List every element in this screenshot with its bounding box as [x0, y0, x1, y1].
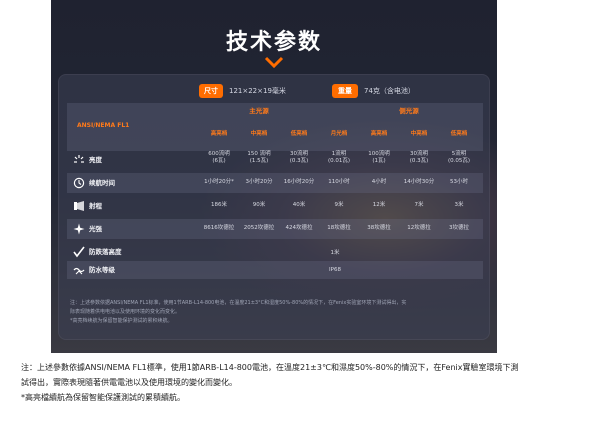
brightness-value: 150 流明 (1.5瓦) — [247, 151, 271, 164]
distance-value: 186米 — [211, 202, 227, 208]
footnote-line-2: 际表现随着供电电池以及使用环境的变化而变化。 — [70, 309, 181, 315]
main-light-label: 主光源 — [249, 107, 269, 115]
brightness-value: 30流明 (0.3瓦) — [409, 151, 429, 164]
caption-line-2: 試得出，實際表現隨著供電電池以及使用環境的變化而變化。 — [21, 378, 237, 387]
mode-label: 月光档 — [330, 131, 348, 137]
caption-line-3: *高亮檔續航為保留智能保護測試的累積續航。 — [21, 393, 185, 402]
intensity-value: 2052坎德拉 — [243, 225, 275, 231]
runtime-value: 110小时 — [328, 179, 350, 185]
mode-label: 低亮档 — [450, 131, 468, 137]
distance-value: 12米 — [372, 202, 386, 208]
footnote-line-3: *高亮档续航为保留智能保护测试的累积续航。 — [70, 318, 173, 324]
spec-image: 技术参数 尺寸 121×22×19毫米 重量 74克（含电池） ANSI/NEM… — [51, 0, 497, 353]
distance-label: 射程 — [89, 202, 102, 210]
water-icon — [73, 267, 85, 275]
intensity-value: 424坎德拉 — [285, 225, 313, 231]
distance-value: 3米 — [454, 202, 464, 208]
brightness-value: 100流明 (1瓦) — [368, 151, 390, 164]
intensity-value: 38坎德拉 — [367, 225, 391, 231]
runtime-value: 14小时30分 — [403, 179, 435, 185]
side-light-label: 侧光源 — [399, 107, 419, 115]
intensity-value: 8616坎德拉 — [203, 225, 235, 231]
intensity-icon — [73, 223, 85, 235]
distance-value: 40米 — [292, 202, 306, 208]
brightness-icon — [74, 155, 84, 163]
intensity-value: 3坎德拉 — [449, 225, 469, 231]
brightness-value: 1流明 (0.01瓦) — [327, 151, 351, 164]
runtime-value: 1小时20分* — [204, 179, 234, 185]
impact-label: 防跌落高度 — [89, 248, 122, 256]
intensity-label: 光强 — [89, 225, 102, 233]
brightness-label: 亮度 — [89, 156, 102, 164]
brightness-value: 30流明 (0.3瓦) — [289, 151, 309, 164]
standard-label: ANSI/NEMA FL1 — [77, 122, 130, 129]
chevron-down-icon — [264, 56, 284, 68]
runtime-value: 3小时20分 — [245, 179, 273, 185]
intensity-value: 12坎德拉 — [407, 225, 431, 231]
impact-icon — [73, 246, 85, 258]
water-value: IP68 — [329, 267, 341, 273]
size-pill: 尺寸 — [199, 84, 223, 98]
water-label: 防水等级 — [89, 266, 115, 274]
runtime-value: 16小时20分 — [283, 179, 315, 185]
mode-label: 低亮档 — [290, 131, 308, 137]
spec-title: 技术参数 — [225, 30, 322, 55]
brightness-value: 600流明 (6瓦) — [208, 151, 230, 164]
weight-pill: 重量 — [332, 84, 358, 98]
distance-value: 90米 — [252, 202, 266, 208]
runtime-value: 4小时 — [371, 179, 387, 185]
beam-distance-icon — [74, 201, 84, 211]
mode-label: 高亮档 — [370, 131, 388, 137]
weight-value: 74克（含电池） — [364, 87, 415, 95]
distance-value: 9米 — [334, 202, 344, 208]
distance-value: 7米 — [414, 202, 424, 208]
footnote-line-1: 注：上述参数依据ANSI/NEMA FL1标准，使用1节ARB-L14-800电… — [70, 300, 407, 306]
intensity-value: 18坎德拉 — [327, 225, 351, 231]
runtime-value: 53小时 — [450, 179, 468, 185]
caption-line-1: 注：上述參數依據ANSI/NEMA FL1標準，使用1節ARB-L14-800電… — [21, 363, 519, 372]
size-value: 121×22×19毫米 — [229, 87, 286, 95]
spec-card: 尺寸 121×22×19毫米 重量 74克（含电池） ANSI/NEMA FL1… — [58, 74, 490, 340]
clock-icon — [73, 177, 85, 189]
mode-label: 中亮档 — [250, 131, 268, 137]
runtime-label: 续航时间 — [89, 179, 115, 187]
mode-label: 高亮档 — [210, 131, 228, 137]
mode-label: 中亮档 — [410, 131, 428, 137]
impact-value: 1米 — [330, 250, 340, 256]
brightness-value: 5流明 (0.05瓦) — [447, 151, 471, 164]
